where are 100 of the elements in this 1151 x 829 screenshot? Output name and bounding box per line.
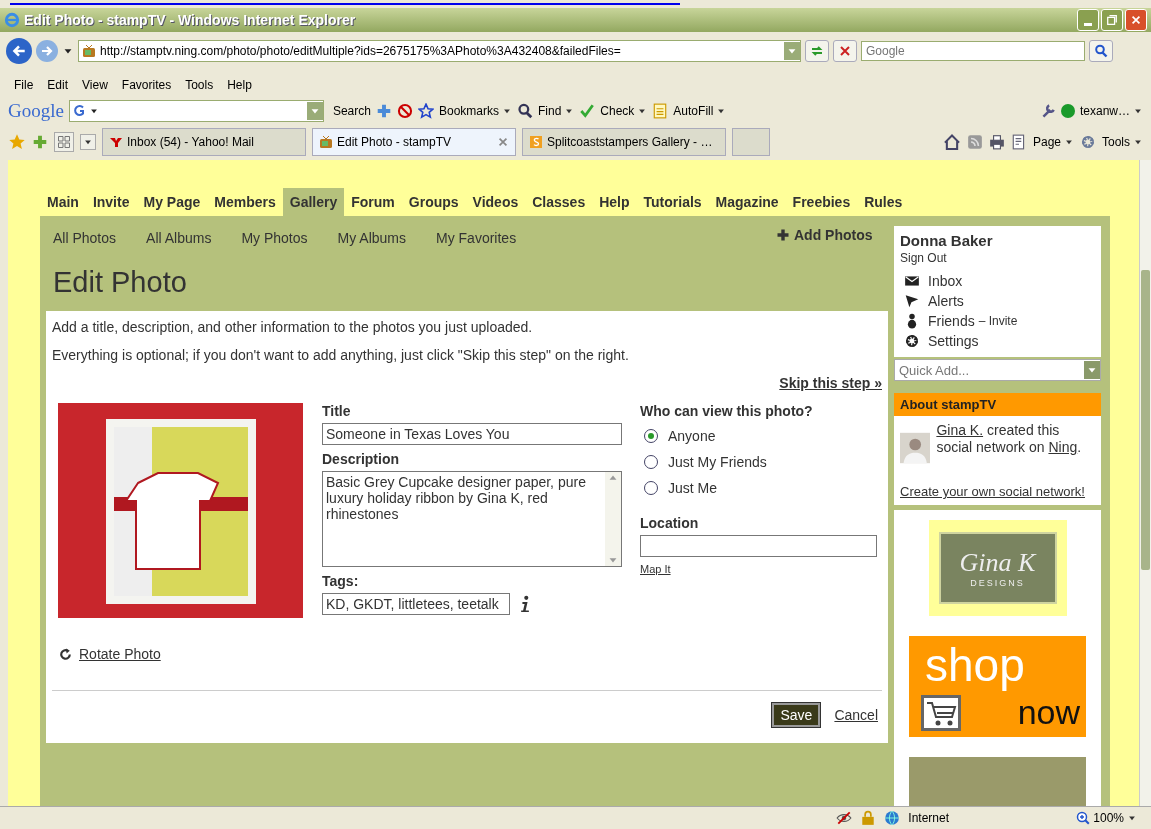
- maximize-button[interactable]: [1101, 9, 1123, 31]
- add-favorite-icon[interactable]: [32, 134, 48, 150]
- site-nav-tab[interactable]: Forum: [344, 188, 402, 216]
- quick-add-dropdown[interactable]: Quick Add...: [894, 359, 1101, 381]
- browser-tab[interactable]: Inbox (54) - Yahoo! Mail: [102, 128, 306, 156]
- location-field[interactable]: [640, 535, 877, 557]
- cancel-link[interactable]: Cancel: [834, 707, 878, 723]
- site-nav-tab[interactable]: Main: [40, 188, 86, 216]
- browser-tab[interactable]: Edit Photo - stampTV: [312, 128, 516, 156]
- privacy-icon[interactable]: [836, 810, 853, 826]
- shop-now-banner[interactable]: shop now: [909, 636, 1086, 737]
- tools-menu-button[interactable]: Tools: [1102, 135, 1143, 149]
- search-field[interactable]: Google: [861, 41, 1085, 61]
- autofill-button[interactable]: AutoFill: [673, 104, 727, 118]
- plus-icon[interactable]: [776, 228, 790, 242]
- find-button[interactable]: Find: [538, 104, 575, 118]
- textarea-scrollbar[interactable]: [605, 472, 621, 566]
- invite-link[interactable]: – Invite: [978, 314, 1018, 328]
- quick-tabs-button[interactable]: [54, 132, 74, 152]
- tags-field[interactable]: KD, GKDT, littletees, teetalk: [322, 593, 510, 615]
- site-nav-tab[interactable]: Magazine: [708, 188, 786, 216]
- address-field[interactable]: http://stamptv.ning.com/photo/photo/editMultiple?ids=2675175%3APhoto%3A432408&failedFiles=: [78, 40, 801, 62]
- close-button[interactable]: [1125, 9, 1147, 31]
- map-it-link[interactable]: Map It: [640, 563, 877, 575]
- google-logo: Google: [8, 100, 64, 122]
- site-nav-tab[interactable]: My Page: [136, 188, 208, 216]
- site-nav-tab[interactable]: Help: [592, 188, 637, 216]
- notepad-icon[interactable]: [652, 103, 669, 119]
- skip-link[interactable]: Skip this step »: [779, 375, 882, 391]
- site-nav-tab[interactable]: Freebies: [785, 188, 858, 216]
- sub-nav-link[interactable]: All Photos: [53, 230, 117, 246]
- rotate-photo-link[interactable]: Rotate Photo: [79, 646, 161, 662]
- maximize-icon: [1106, 14, 1118, 26]
- menu-item[interactable]: Favorites: [115, 78, 178, 96]
- field-label: Tags:: [322, 573, 360, 589]
- about-text: Gina K. created this social network on Ning.: [936, 422, 1083, 457]
- sub-nav-link[interactable]: All Albums: [146, 230, 212, 246]
- save-button[interactable]: Save: [772, 703, 821, 727]
- star-icon[interactable]: [417, 103, 434, 119]
- menu-item[interactable]: File: [8, 78, 40, 96]
- sidebar-link[interactable]: Friends: [928, 313, 975, 329]
- tab-list-button[interactable]: [80, 134, 96, 150]
- field-label: Location: [640, 515, 700, 531]
- dropdown-button[interactable]: [784, 42, 800, 60]
- plus-icon[interactable]: [375, 103, 392, 119]
- site-nav-tab[interactable]: Gallery: [282, 188, 345, 216]
- site-nav-tab[interactable]: Invite: [85, 188, 137, 216]
- close-tab-icon[interactable]: [497, 136, 509, 148]
- sub-nav-link[interactable]: My Albums: [337, 230, 406, 246]
- site-nav-tab[interactable]: Tutorials: [636, 188, 709, 216]
- google-search-field[interactable]: [68, 100, 324, 122]
- popup-blocker-icon[interactable]: [396, 103, 413, 119]
- zoom-button[interactable]: 100%: [1076, 811, 1137, 825]
- favorites-star-icon[interactable]: [8, 133, 26, 151]
- minimize-button[interactable]: [1077, 9, 1099, 31]
- menu-item[interactable]: Help: [221, 78, 258, 96]
- printer-icon[interactable]: [988, 134, 1005, 150]
- menu-item[interactable]: Tools: [179, 78, 220, 96]
- check-button[interactable]: Check: [600, 104, 648, 118]
- intro-text: Everything is optional; if you don't want to add anything, just click "Skip this step" on the right.: [52, 347, 630, 363]
- radio-label[interactable]: Just Me: [668, 480, 717, 496]
- page-icon[interactable]: [1010, 134, 1027, 150]
- gear-icon[interactable]: [1080, 134, 1096, 150]
- site-nav-tab[interactable]: Rules: [857, 188, 910, 216]
- page-menu-button[interactable]: Page: [1032, 135, 1074, 149]
- sign-out-link[interactable]: Sign Out: [900, 251, 1095, 265]
- site-nav-tab[interactable]: Classes: [525, 188, 593, 216]
- creator-link[interactable]: Gina K.: [936, 422, 984, 438]
- back-button[interactable]: [6, 38, 32, 64]
- stop-button[interactable]: [833, 40, 857, 62]
- bookmarks-button[interactable]: Bookmarks: [438, 104, 512, 118]
- site-nav-tab[interactable]: Members: [207, 188, 283, 216]
- browser-tab[interactable]: Splitcoaststampers Gallery - …: [522, 128, 726, 156]
- menu-item[interactable]: View: [76, 78, 114, 96]
- magnifier-icon[interactable]: [517, 103, 533, 119]
- search-button[interactable]: [1089, 40, 1113, 62]
- sub-nav-link[interactable]: My Favorites: [436, 230, 517, 246]
- status-dot-icon: [1060, 104, 1075, 118]
- designs-logo[interactable]: Gina K DESIGNS: [928, 520, 1067, 616]
- site-nav-tab[interactable]: Groups: [401, 188, 466, 216]
- refresh-button[interactable]: [805, 40, 829, 62]
- home-icon[interactable]: [942, 133, 961, 151]
- radio-label[interactable]: Anyone: [668, 428, 716, 444]
- description-field[interactable]: Basic Grey Cupcake designer paper, pure luxury holiday ribbon by Gina K, red rhinestones: [322, 471, 622, 567]
- search-button[interactable]: Search: [332, 104, 371, 118]
- sub-nav-link[interactable]: My Photos: [241, 230, 308, 246]
- sidebar-link[interactable]: Settings: [928, 333, 979, 349]
- sidebar-link[interactable]: Alerts: [928, 293, 964, 309]
- title-field[interactable]: Someone in Texas Loves You: [322, 423, 622, 445]
- site-nav-tab[interactable]: Videos: [465, 188, 526, 216]
- vertical-scrollbar[interactable]: [1139, 160, 1151, 806]
- menu-item[interactable]: Edit: [41, 78, 75, 96]
- sidebar-link[interactable]: Inbox: [928, 273, 963, 289]
- rotate-icon[interactable]: [58, 646, 73, 662]
- create-network-link[interactable]: Create your own social network!: [900, 484, 1095, 499]
- checkmark-icon[interactable]: [579, 103, 596, 119]
- feeds-icon[interactable]: [966, 134, 983, 150]
- add-photos-link[interactable]: Add Photos: [794, 227, 873, 243]
- account-button[interactable]: texanw…: [1079, 104, 1143, 118]
- radio-label[interactable]: Just My Friends: [668, 454, 767, 470]
